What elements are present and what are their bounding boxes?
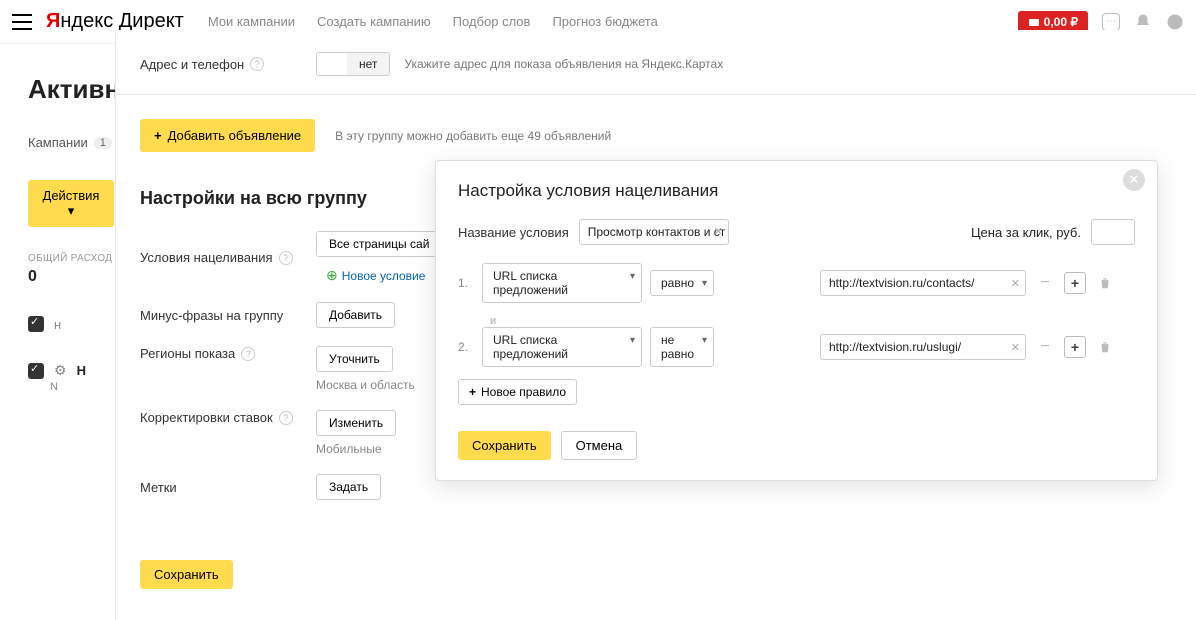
logo-y: Я — [46, 10, 60, 32]
tags-label: Метки — [140, 480, 316, 495]
remove-rule-button[interactable]: − — [1034, 272, 1056, 294]
balance-value: 0,00 ₽ — [1044, 15, 1078, 29]
clear-icon[interactable]: ✕ — [714, 225, 723, 238]
bids-hint: Мобильные — [316, 442, 396, 456]
total-spend-value: 0 — [0, 268, 114, 286]
nav-create-campaign[interactable]: Создать кампанию — [317, 14, 431, 29]
bell-icon[interactable] — [1134, 13, 1152, 31]
campaigns-counter[interactable]: Кампании 1 — [0, 135, 114, 150]
new-rule-button[interactable]: Новое правило — [458, 379, 577, 405]
modal-title: Настройка условия нацеливания — [458, 181, 1135, 201]
help-icon[interactable]: ? — [241, 347, 255, 361]
address-label: Адрес и телефон ? — [140, 57, 316, 72]
add-rule-button[interactable]: + — [1064, 272, 1086, 294]
condition-name-input[interactable]: Просмотр контактов и ст ✕ — [579, 219, 729, 245]
rule-url-input[interactable]: http://textvision.ru/uslugi/✕ — [820, 334, 1026, 360]
logo-rest: ндекс Директ — [60, 10, 183, 32]
checkbox-icon[interactable] — [28, 363, 44, 379]
add-minus-button[interactable]: Добавить — [316, 302, 395, 328]
top-nav: Мои кампании Создать кампанию Подбор сло… — [208, 14, 658, 29]
rule-number: 1. — [458, 276, 474, 290]
chevron-down-icon: ▾ — [630, 335, 635, 346]
chevron-down-icon: ▾ — [702, 335, 707, 346]
regions-label: Регионы показа ? — [140, 346, 316, 361]
sidebar-item-sub: N — [50, 381, 114, 393]
new-condition-link[interactable]: Новое условие — [326, 267, 425, 284]
hamburger-icon[interactable] — [12, 14, 32, 30]
clear-icon[interactable]: ✕ — [1011, 277, 1020, 290]
nav-my-campaigns[interactable]: Мои кампании — [208, 14, 295, 29]
chevron-down-icon: ▾ — [68, 203, 75, 218]
toggle-no-label: нет — [347, 53, 389, 75]
campaigns-label: Кампании — [28, 135, 88, 150]
trash-icon[interactable] — [1094, 336, 1116, 358]
rule-operator-select[interactable]: равно▾ — [650, 270, 714, 296]
info-icon[interactable] — [1166, 13, 1184, 31]
clear-icon[interactable]: ✕ — [1011, 341, 1020, 354]
address-toggle[interactable]: нет — [316, 52, 390, 76]
gear-icon[interactable]: ⚙ — [54, 362, 67, 379]
save-row: Сохранить — [140, 560, 1172, 589]
rule-row-1: 1. URL списка предложений▾ равно▾ http:/… — [458, 263, 1135, 303]
divider — [116, 94, 1196, 95]
add-ad-hint: В эту группу можно добавить еще 49 объяв… — [335, 129, 611, 143]
sidebar-item-label: н — [54, 317, 61, 332]
modal-cancel-button[interactable]: Отмена — [561, 431, 638, 460]
regions-hint: Москва и область — [316, 378, 415, 392]
rule-field-select[interactable]: URL списка предложений▾ — [482, 263, 642, 303]
checkbox-icon[interactable] — [28, 316, 44, 332]
actions-button[interactable]: Действия ▾ — [28, 180, 114, 227]
wallet-icon — [1028, 16, 1040, 28]
address-hint: Укажите адрес для показа объявления на Я… — [404, 57, 723, 71]
set-tags-button[interactable]: Задать — [316, 474, 381, 500]
address-row: Адрес и телефон ? нет Укажите адрес для … — [140, 52, 1172, 76]
targeting-modal: ✕ Настройка условия нацеливания Название… — [435, 160, 1158, 481]
nav-budget-forecast[interactable]: Прогноз бюджета — [552, 14, 657, 29]
help-icon[interactable]: ? — [250, 57, 264, 71]
help-icon[interactable]: ? — [279, 411, 293, 425]
close-icon[interactable]: ✕ — [1123, 169, 1145, 191]
and-separator: и — [490, 315, 1135, 327]
condition-name-label: Название условия — [458, 225, 569, 240]
modal-footer: Сохранить Отмена — [458, 431, 1135, 460]
bid-adjustments-label: Корректировки ставок ? — [140, 410, 316, 425]
apps-icon[interactable]: ⋯ — [1102, 13, 1120, 31]
price-label: Цена за клик, руб. — [971, 225, 1081, 240]
page-title: Активн — [0, 74, 114, 105]
sidebar-row-2[interactable]: ⚙ Н — [0, 350, 114, 379]
price-input[interactable] — [1091, 219, 1135, 245]
minus-phrases-label: Минус-фразы на группу — [140, 308, 316, 323]
chevron-down-icon: ▾ — [630, 271, 635, 282]
nav-word-select[interactable]: Подбор слов — [453, 14, 531, 29]
sidebar-row-1[interactable]: н — [0, 304, 114, 332]
rule-number: 2. — [458, 340, 474, 354]
change-bids-button[interactable]: Изменить — [316, 410, 396, 436]
add-ad-button[interactable]: Добавить объявление — [140, 119, 315, 152]
total-spend-label: ОБЩИЙ РАСХОД — [0, 253, 114, 264]
rule-operator-select[interactable]: не равно▾ — [650, 327, 714, 367]
chevron-down-icon: ▾ — [702, 278, 707, 289]
remove-rule-button[interactable]: − — [1034, 336, 1056, 358]
add-rule-button[interactable]: + — [1064, 336, 1086, 358]
save-group-button[interactable]: Сохранить — [140, 560, 233, 589]
sidebar-item-label: Н — [77, 363, 86, 378]
rule-row-2: 2. URL списка предложений▾ не равно▾ htt… — [458, 327, 1135, 367]
modal-name-row: Название условия Просмотр контактов и ст… — [458, 219, 1135, 245]
trash-icon[interactable] — [1094, 272, 1116, 294]
rule-field-select[interactable]: URL списка предложений▾ — [482, 327, 642, 367]
refine-regions-button[interactable]: Уточнить — [316, 346, 393, 372]
modal-save-button[interactable]: Сохранить — [458, 431, 551, 460]
campaigns-count: 1 — [94, 137, 112, 149]
rule-url-input[interactable]: http://textvision.ru/contacts/✕ — [820, 270, 1026, 296]
targeting-pages-button[interactable]: Все страницы сай — [316, 231, 442, 257]
add-ad-row: Добавить объявление В эту группу можно д… — [140, 119, 1172, 152]
help-icon[interactable]: ? — [279, 251, 293, 265]
targeting-label: Условия нацеливания ? — [140, 250, 316, 265]
sidebar: Активн Кампании 1 Действия ▾ ОБЩИЙ РАСХО… — [0, 44, 114, 620]
